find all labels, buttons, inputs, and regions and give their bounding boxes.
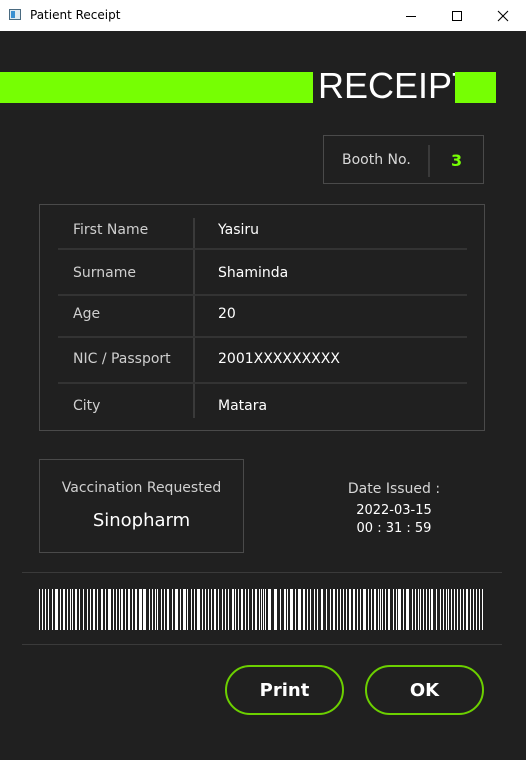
age-value: 20	[218, 306, 236, 322]
page-title: RECEIPT	[318, 65, 475, 106]
window-title: Patient Receipt	[30, 8, 121, 22]
vaccination-panel: Vaccination Requested Sinopharm	[39, 459, 244, 553]
app-icon	[9, 9, 21, 20]
first-name-value: Yasiru	[218, 222, 260, 238]
city-value: Matara	[218, 398, 268, 414]
patient-details-panel: First Name Yasiru Surname Shaminda Age 2…	[39, 204, 485, 431]
nic-passport-label: NIC / Passport	[73, 351, 171, 367]
close-icon	[497, 10, 509, 21]
header-accent-bar-left	[0, 72, 313, 103]
separator	[22, 644, 502, 645]
first-name-label: First Name	[73, 222, 149, 238]
booth-panel: Booth No. 3	[323, 135, 484, 184]
row-divider	[58, 248, 467, 250]
ok-button[interactable]: OK	[365, 665, 484, 715]
close-button[interactable]	[480, 0, 526, 31]
divider	[428, 145, 430, 177]
booth-number: 3	[451, 151, 463, 170]
row-divider	[58, 294, 467, 296]
maximize-button[interactable]	[434, 0, 480, 31]
row-divider	[58, 382, 467, 384]
minimize-button-area[interactable]	[388, 0, 434, 31]
booth-label: Booth No.	[342, 152, 411, 168]
header-accent-bar-right	[455, 72, 496, 103]
separator	[22, 572, 502, 573]
surname-label: Surname	[73, 265, 136, 281]
city-label: City	[73, 398, 101, 414]
maximize-icon	[452, 10, 462, 21]
row-divider	[58, 336, 467, 338]
barcode	[39, 589, 483, 630]
vaccination-value: Sinopharm	[92, 510, 191, 531]
print-button[interactable]: Print	[225, 665, 344, 715]
nic-passport-value: 2001XXXXXXXXX	[218, 351, 340, 367]
date-issued-time: 00 : 31 : 59	[356, 521, 432, 536]
date-issued-date: 2022-03-15	[356, 503, 432, 518]
date-issued-label: Date Issued :	[347, 481, 441, 497]
age-label: Age	[73, 306, 101, 322]
receipt-content: RECEIPT Booth No. 3 First Name Yasiru Su…	[0, 31, 526, 760]
minimize-icon	[406, 15, 416, 17]
vaccination-label: Vaccination Requested	[61, 480, 222, 496]
surname-value: Shaminda	[218, 265, 289, 281]
